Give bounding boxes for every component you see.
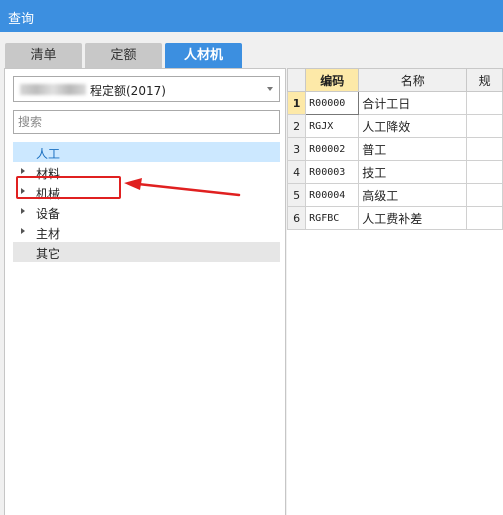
spec-cell [466, 137, 503, 161]
tree-item[interactable]: 设备 [13, 202, 280, 222]
code-cell: RGJX [305, 114, 360, 138]
expand-arrow-icon[interactable] [21, 228, 25, 234]
row-number-cell: 5 [287, 183, 307, 207]
blurred-library-name [20, 84, 86, 95]
chevron-down-icon[interactable] [267, 87, 273, 91]
name-cell: 人工费补差 [358, 206, 468, 230]
code-cell: RGFBC [305, 206, 360, 230]
spec-cell [466, 114, 503, 138]
table-row[interactable]: 6 RGFBC 人工费补差 [287, 206, 503, 230]
annotation-arrow [124, 178, 241, 197]
spec-cell [466, 183, 503, 207]
spec-cell [466, 206, 503, 230]
spec-cell [466, 160, 503, 184]
tree-item-label: 设备 [36, 207, 61, 221]
table-row[interactable]: 4 R00003 技工 [287, 160, 503, 184]
tab-bar: 清单 定额 人材机 [0, 32, 503, 69]
search-input[interactable] [13, 110, 280, 134]
annotation-highlight-box [16, 176, 121, 199]
tab-bill[interactable]: 清单 [5, 43, 82, 69]
expand-arrow-icon[interactable] [21, 208, 25, 214]
column-header-code[interactable]: 编码 [305, 68, 360, 92]
table-row[interactable]: 1 R00000 合计工日 [287, 91, 503, 115]
name-cell: 技工 [358, 160, 468, 184]
code-cell: R00003 [305, 160, 360, 184]
tree-item-label: 其它 [36, 247, 61, 261]
row-number-cell: 6 [287, 206, 307, 230]
name-cell: 合计工日 [358, 91, 468, 115]
tree-item[interactable]: 其它 [13, 242, 280, 262]
name-cell: 人工降效 [358, 114, 468, 138]
column-header-spec[interactable]: 规 [466, 68, 503, 92]
row-number-cell: 3 [287, 137, 307, 161]
code-cell: R00000 [305, 91, 360, 115]
tree-item-label: 人工 [36, 147, 61, 161]
quota-library-selected: 程定额(2017) [90, 84, 166, 98]
table-row[interactable]: 2 RGJX 人工降效 [287, 114, 503, 138]
tree-item[interactable]: 主材 [13, 222, 280, 242]
name-cell: 高级工 [358, 183, 468, 207]
title-bar: 查询 [0, 0, 503, 32]
code-cell: R00004 [305, 183, 360, 207]
window-title: 查询 [8, 12, 35, 27]
tab-labor-material-machine[interactable]: 人材机 [165, 43, 242, 69]
row-number-cell: 1 [287, 91, 307, 115]
expand-arrow-icon[interactable] [21, 168, 25, 174]
row-number-cell: 4 [287, 160, 307, 184]
category-panel: 程定额(2017) 人工材料机械设备主材其它 [4, 68, 286, 515]
table-row[interactable]: 5 R00004 高级工 [287, 183, 503, 207]
spec-cell [466, 91, 503, 115]
tree-item-label: 主材 [36, 227, 61, 241]
row-number-header [287, 68, 307, 92]
resource-table: 编码 名称 规 1 R00000 合计工日 2 RGJX 人工降效 3 R00002 普工 4 R0… [287, 68, 503, 230]
name-cell: 普工 [358, 137, 468, 161]
resource-grid: 编码 名称 规 1 R00000 合计工日 2 RGJX 人工降效 3 R00002 普工 4 R0… [287, 68, 503, 515]
table-row[interactable]: 3 R00002 普工 [287, 137, 503, 161]
column-header-name[interactable]: 名称 [358, 68, 468, 92]
quota-library-select[interactable]: 程定额(2017) [13, 76, 280, 102]
tab-quota[interactable]: 定额 [85, 43, 162, 69]
code-cell: R00002 [305, 137, 360, 161]
row-number-cell: 2 [287, 114, 307, 138]
tree-item[interactable]: 人工 [13, 142, 280, 162]
